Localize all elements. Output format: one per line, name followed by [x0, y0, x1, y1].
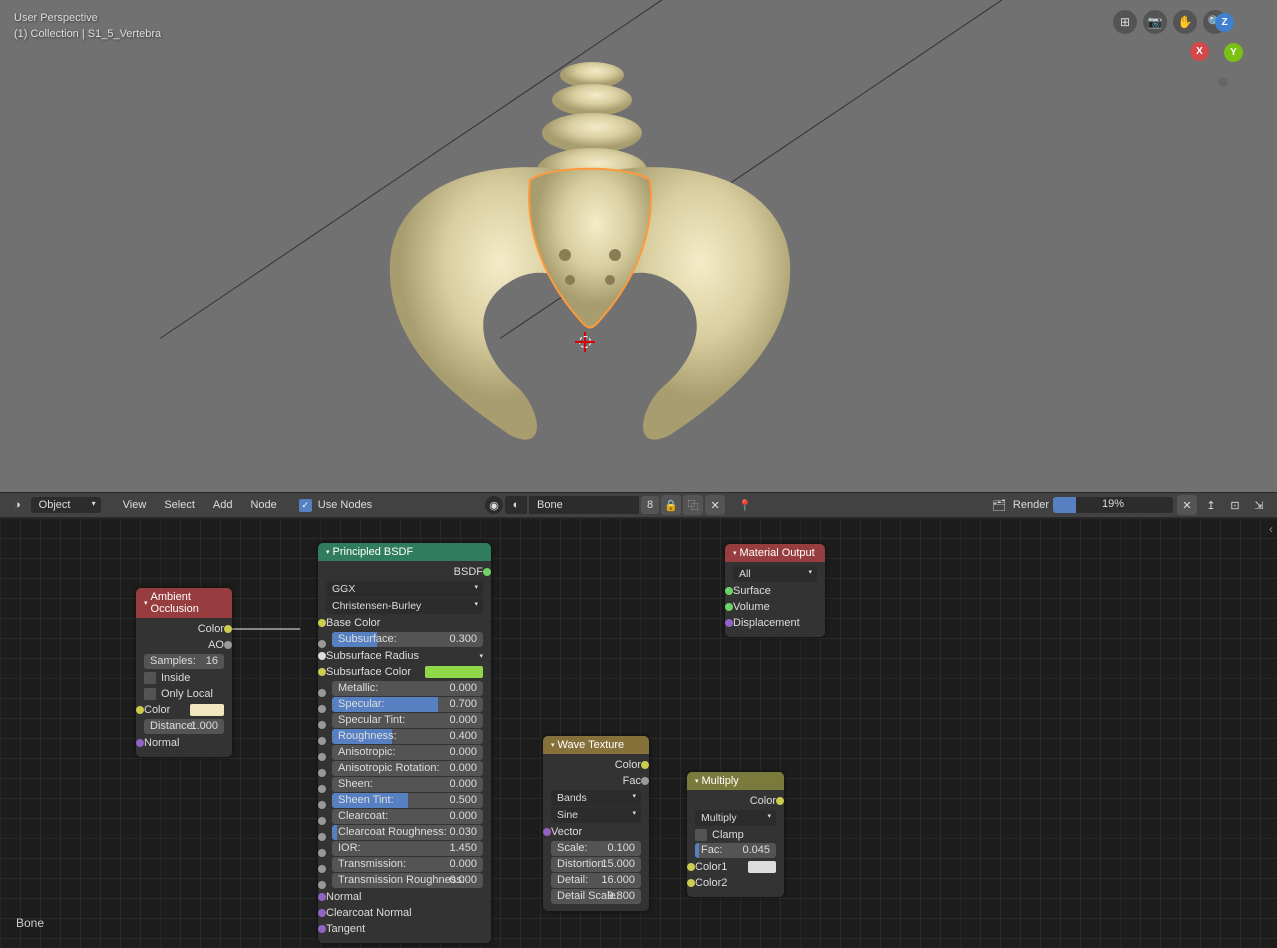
material-browse-icon[interactable]: ◐	[505, 496, 527, 514]
wave-detail-scale[interactable]: Detail Scale:9.800	[551, 889, 641, 904]
wave-type[interactable]: Bands	[551, 790, 641, 806]
node-title[interactable]: Principled BSDF	[318, 543, 491, 561]
material-users[interactable]: 8	[641, 496, 659, 514]
bsdf-subsurface-[interactable]: Subsurface:0.300	[322, 632, 487, 647]
axis-z-icon[interactable]: Z	[1215, 13, 1234, 32]
bsdf-clearcoat-[interactable]: Clearcoat:0.000	[322, 809, 487, 824]
bsdf-sheen-[interactable]: Sheen:0.000	[322, 777, 487, 792]
node-editor[interactable]: ‹ Ambient Occlusion Color AO Samples:16 …	[0, 518, 1277, 948]
progress-value: 19%	[1053, 498, 1173, 510]
bsdf-roughness-[interactable]: Roughness:0.400	[322, 729, 487, 744]
bsdf-sheen-tint-[interactable]: Sheen Tint:0.500	[322, 793, 487, 808]
cursor-3d-icon	[575, 332, 595, 352]
arrow-up-icon[interactable]: ↥	[1201, 495, 1221, 515]
bsdf-specular-tint-[interactable]: Specular Tint:0.000	[322, 713, 487, 728]
node-material-output[interactable]: Material Output All Surface Volume Displ…	[725, 544, 825, 637]
unlink-icon[interactable]: ✕	[705, 495, 725, 515]
viewport-3d[interactable]: User Perspective (1) Collection | S1_5_V…	[0, 0, 1277, 492]
hand-icon[interactable]: ✋	[1173, 10, 1197, 34]
axis-x-icon[interactable]: X	[1190, 42, 1209, 61]
node-title[interactable]: Wave Texture	[543, 736, 649, 754]
node-principled-bsdf[interactable]: Principled BSDF BSDF GGX Christensen-Bur…	[318, 543, 491, 943]
bsdf-ior-[interactable]: IOR:1.450	[322, 841, 487, 856]
mode-dropdown[interactable]: Object	[31, 497, 101, 513]
ao-distance[interactable]: Distance:1.000	[144, 719, 224, 734]
navigation-gizmo[interactable]: Z X Y	[1202, 17, 1262, 77]
material-name-field[interactable]: Bone	[529, 496, 639, 514]
node-title[interactable]: Ambient Occlusion	[136, 588, 232, 618]
wave-distortion[interactable]: Distortion:15.000	[551, 857, 641, 872]
ao-inside[interactable]: Inside	[144, 670, 224, 685]
node-wave-texture[interactable]: Wave Texture Color Fac Bands Sine Vector…	[543, 736, 649, 911]
shader-type-icon[interactable]: ◉▾	[485, 496, 503, 514]
bsdf-transmission-[interactable]: Transmission:0.000	[322, 857, 487, 872]
node-title[interactable]: Multiply	[687, 772, 784, 790]
bsdf-clearcoat-roughness-[interactable]: Clearcoat Roughness:0.030	[322, 825, 487, 840]
camera-icon[interactable]: 📷	[1143, 10, 1167, 34]
grid-icon[interactable]: ⊞	[1113, 10, 1137, 34]
node-editor-header: ◑ Object View Select Add Node Use Nodes …	[0, 492, 1277, 518]
rendered-mesh	[340, 55, 840, 455]
use-nodes-label: Use Nodes	[318, 499, 372, 511]
bsdf-metallic-[interactable]: Metallic:0.000	[322, 681, 487, 696]
menu-node[interactable]: Node	[242, 496, 284, 514]
ao-samples[interactable]: Samples:16	[144, 654, 224, 669]
node-ambient-occlusion[interactable]: Ambient Occlusion Color AO Samples:16 In…	[136, 588, 232, 757]
menu-select[interactable]: Select	[156, 496, 203, 514]
overlap-icon[interactable]: ⇲	[1249, 495, 1269, 515]
perspective-label: User Perspective	[14, 10, 161, 26]
viewport-overlay-text: User Perspective (1) Collection | S1_5_V…	[14, 10, 161, 42]
use-nodes-checkbox[interactable]	[299, 499, 312, 512]
wave-profile[interactable]: Sine	[551, 807, 641, 823]
collection-label: (1) Collection | S1_5_Vertebra	[14, 26, 161, 42]
wave-detail[interactable]: Detail:16.000	[551, 873, 641, 888]
multiply-color1[interactable]: Color1	[691, 859, 780, 875]
multiply-blend[interactable]: Multiply	[695, 810, 776, 826]
cancel-render-icon[interactable]: ✕	[1177, 495, 1197, 515]
render-label: Render	[1013, 499, 1049, 511]
menu-view[interactable]: View	[115, 496, 155, 514]
output-target[interactable]: All	[733, 566, 817, 582]
ao-only-local[interactable]: Only Local	[144, 686, 224, 701]
editor-type-icon[interactable]: ◑	[6, 496, 29, 514]
snap-icon[interactable]: ⊡	[1225, 495, 1245, 515]
bsdf-subsurface-radius[interactable]: Subsurface Radius▾	[322, 648, 487, 664]
render-progress: 19%	[1053, 497, 1173, 513]
pin-material-icon[interactable]: 📍	[735, 495, 755, 515]
bsdf-sss-method[interactable]: Christensen-Burley	[326, 598, 483, 614]
expand-panel-icon[interactable]: ‹	[1269, 522, 1273, 536]
multiply-clamp[interactable]: Clamp	[695, 827, 776, 842]
ao-color-input[interactable]: Color	[140, 702, 228, 718]
bsdf-transmission-roughness-[interactable]: Transmission Roughness:0.000	[322, 873, 487, 888]
bsdf-anisotropic-rotation-[interactable]: Anisotropic Rotation:0.000	[322, 761, 487, 776]
axis-neg-icon[interactable]	[1218, 77, 1228, 87]
node-title[interactable]: Material Output	[725, 544, 825, 562]
copy-icon[interactable]: ⿻	[683, 495, 703, 515]
menu-add[interactable]: Add	[205, 496, 241, 514]
bsdf-distribution[interactable]: GGX	[326, 581, 483, 597]
tree-path-label: Bone	[16, 916, 44, 930]
multiply-fac[interactable]: Fac:0.045	[695, 843, 776, 858]
axis-y-icon[interactable]: Y	[1224, 43, 1243, 62]
slot-icon[interactable]: 🗂	[989, 495, 1009, 515]
node-multiply[interactable]: Multiply Color Multiply Clamp Fac:0.045 …	[687, 772, 784, 897]
bsdf-specular-[interactable]: Specular:0.700	[322, 697, 487, 712]
wave-scale[interactable]: Scale:0.100	[551, 841, 641, 856]
bsdf-subsurface-color[interactable]: Subsurface Color	[322, 664, 487, 680]
pin-icon[interactable]: 🔒	[661, 495, 681, 515]
bsdf-anisotropic-[interactable]: Anisotropic:0.000	[322, 745, 487, 760]
